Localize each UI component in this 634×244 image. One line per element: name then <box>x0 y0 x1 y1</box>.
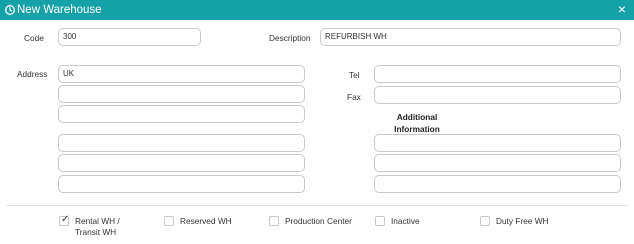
address-line-5-input[interactable] <box>58 154 305 172</box>
address-line-3-input[interactable] <box>58 105 305 123</box>
reserved-wh-checkbox[interactable] <box>164 216 174 226</box>
duty-free-wh-label: Duty Free WH <box>496 216 549 226</box>
production-center-label: Production Center <box>285 216 352 226</box>
dialog-title: New Warehouse <box>17 4 102 16</box>
additional-information-label: Additional Information <box>394 112 440 134</box>
address-line-6-input[interactable] <box>58 175 305 193</box>
refresh-icon <box>5 5 15 15</box>
additional-info-line-1-input[interactable] <box>374 134 621 152</box>
checkmark-icon: ✓ <box>61 214 70 225</box>
fax-input[interactable] <box>374 86 621 104</box>
inactive-checkbox[interactable] <box>375 216 385 226</box>
rental-wh-checkbox[interactable]: ✓ <box>59 214 70 226</box>
inactive-label: Inactive <box>391 216 420 226</box>
tel-label: Tel <box>349 70 360 80</box>
duty-free-wh-checkbox[interactable] <box>480 216 490 226</box>
address-line-4-input[interactable] <box>58 134 305 152</box>
additional-info-line-3-input[interactable] <box>374 175 621 193</box>
rental-wh-label: Rental WH / Transit WH <box>75 216 120 237</box>
address-line-2-input[interactable] <box>58 85 305 103</box>
tel-input[interactable] <box>374 65 621 83</box>
description-label: Description <box>269 33 311 43</box>
section-divider <box>6 205 628 206</box>
additional-info-line-2-input[interactable] <box>374 154 621 172</box>
address-label: Address <box>17 69 48 79</box>
reserved-wh-label: Reserved WH <box>180 216 232 226</box>
close-button[interactable]: × <box>615 1 629 18</box>
code-label: Code <box>24 33 44 43</box>
production-center-checkbox[interactable] <box>269 216 279 226</box>
description-input[interactable]: REFURBISH WH <box>320 28 621 46</box>
dialog-titlebar: New Warehouse × <box>0 0 634 20</box>
close-icon: × <box>617 1 627 17</box>
address-line-1-input[interactable]: UK <box>58 65 305 83</box>
code-input[interactable]: 300 <box>58 28 201 46</box>
fax-label: Fax <box>347 92 361 102</box>
